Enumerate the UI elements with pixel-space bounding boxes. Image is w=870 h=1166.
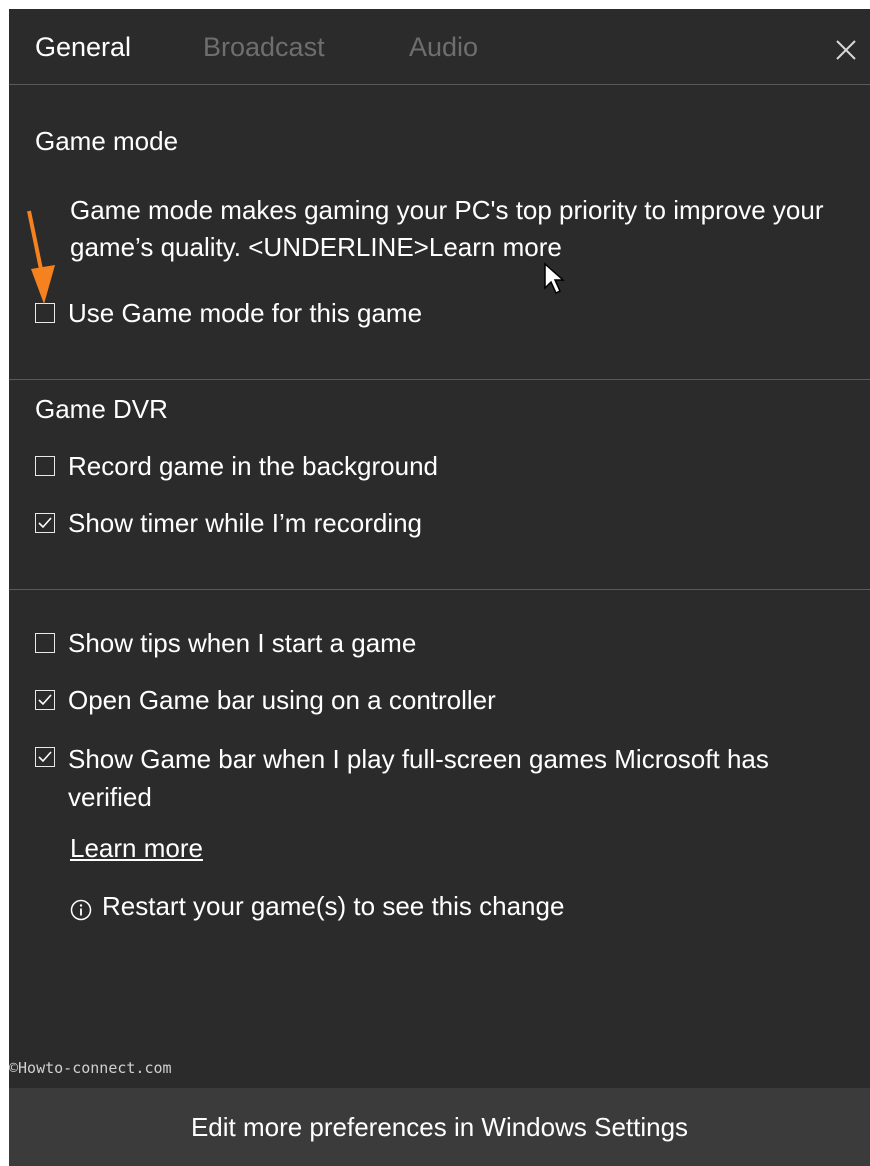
checkbox-label: Open Game bar using on a controller bbox=[68, 685, 496, 715]
divider bbox=[9, 379, 870, 380]
checkbox-label: Record game in the background bbox=[68, 451, 439, 481]
tab-broadcast[interactable]: Broadcast bbox=[203, 31, 325, 63]
tab-general[interactable]: General bbox=[35, 31, 131, 63]
checkbox-checked[interactable] bbox=[35, 513, 55, 533]
game-mode-checkbox-row[interactable]: Use Game mode for this game bbox=[35, 296, 422, 330]
show-game-bar-fullscreen-checkbox-row[interactable]: Show Game bar when I play full-screen ga… bbox=[35, 740, 838, 816]
checkbox-checked[interactable] bbox=[35, 690, 55, 710]
game-mode-heading: Game mode bbox=[35, 126, 179, 156]
checkbox[interactable] bbox=[35, 633, 55, 653]
game-mode-description: Game mode makes gaming your PC's top pri… bbox=[70, 195, 824, 262]
checkbox-label: Use Game mode for this game bbox=[68, 298, 423, 328]
mouse-cursor-icon bbox=[543, 262, 565, 301]
checkbox-label: Show Game bar when I play full-screen ga… bbox=[68, 744, 769, 812]
divider bbox=[9, 589, 870, 590]
checkbox[interactable] bbox=[35, 456, 55, 476]
footer-label: Edit more preferences in Windows Setting… bbox=[190, 1111, 689, 1142]
record-background-checkbox-row[interactable]: Record game in the background bbox=[35, 449, 438, 483]
learn-more-link[interactable]: Learn more bbox=[70, 831, 203, 865]
show-timer-checkbox-row[interactable]: Show timer while I’m recording bbox=[35, 506, 422, 540]
checkbox-label: Show timer while I’m recording bbox=[68, 508, 423, 538]
arrow-annotation-icon bbox=[23, 209, 63, 314]
close-icon[interactable] bbox=[831, 35, 861, 65]
watermark: ©Howto-connect.com bbox=[9, 1059, 172, 1077]
open-game-bar-checkbox-row[interactable]: Open Game bar using on a controller bbox=[35, 683, 496, 717]
checkbox-label: Show tips when I start a game bbox=[68, 628, 417, 658]
edit-preferences-button[interactable]: Edit more preferences in Windows Setting… bbox=[9, 1088, 870, 1166]
checkbox-checked[interactable] bbox=[35, 747, 55, 767]
info-icon bbox=[70, 895, 92, 921]
show-tips-checkbox-row[interactable]: Show tips when I start a game bbox=[35, 626, 416, 660]
game-dvr-heading: Game DVR bbox=[35, 394, 168, 424]
restart-info-message: Restart your game(s) to see this change bbox=[70, 889, 564, 923]
info-text: Restart your game(s) to see this change bbox=[102, 891, 565, 921]
tab-bar: General Broadcast Audio bbox=[9, 9, 870, 85]
tab-audio[interactable]: Audio bbox=[409, 31, 478, 63]
game-bar-settings-panel: General Broadcast Audio Game mode Game m… bbox=[9, 9, 870, 1166]
